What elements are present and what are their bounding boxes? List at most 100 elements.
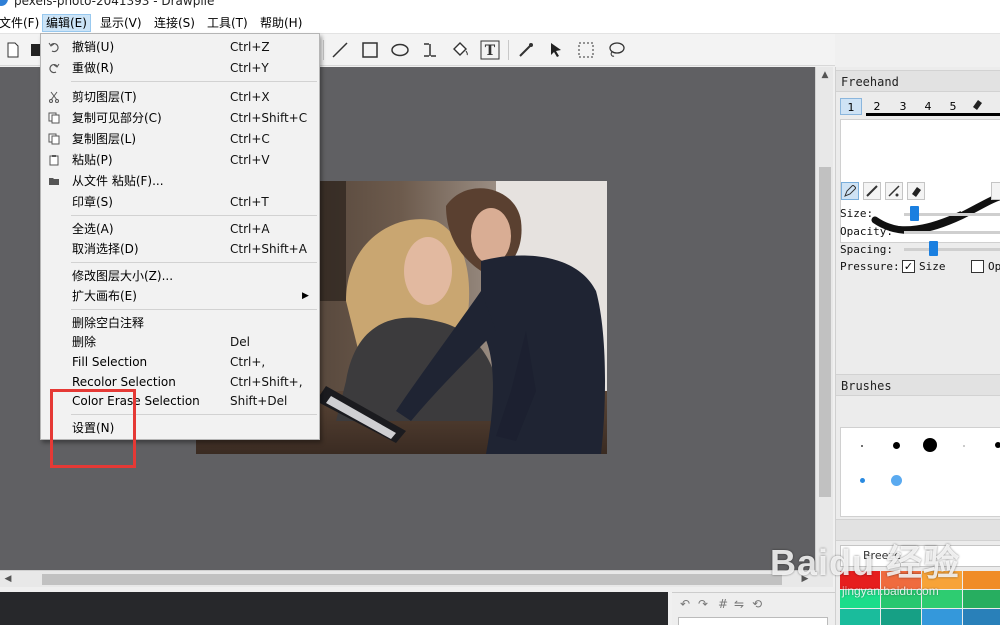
menu-item-fill-selection[interactable]: Fill Selection Ctrl+, — [42, 352, 318, 372]
menu-item-copy-layer[interactable]: 复制图层(L) Ctrl+C — [42, 129, 318, 149]
menu-item-shortcut: Ctrl+, — [230, 355, 266, 369]
menu-item-shortcut: Ctrl+Y — [230, 61, 269, 75]
pressure-size-label: Size — [919, 260, 946, 273]
menu-item-delete[interactable]: 删除 Del — [42, 332, 318, 352]
bottom-input[interactable] — [678, 617, 828, 625]
selection-arrow-icon[interactable] — [545, 39, 567, 61]
menu-item-paste-from-file[interactable]: 从文件 粘贴(F)... — [42, 171, 318, 191]
menu-help[interactable]: 帮助(H) — [257, 14, 305, 32]
horizontal-scroll-thumb[interactable] — [42, 574, 782, 585]
menu-edit[interactable]: 编辑(E) — [42, 14, 91, 32]
menu-item-shortcut: Ctrl+Shift+C — [230, 111, 308, 125]
vertical-scroll-thumb[interactable] — [819, 167, 831, 497]
pressure-size-checkbox[interactable]: ✓ — [902, 260, 915, 273]
menu-item-label: 取消选择(D) — [72, 242, 139, 256]
redo-icon[interactable]: ↷ — [698, 597, 708, 611]
menu-item-paste[interactable]: 粘贴(P) Ctrl+V — [42, 150, 318, 170]
rotate-icon[interactable]: ⟲ — [752, 597, 762, 611]
grid-icon[interactable]: # — [718, 597, 728, 611]
submenu-arrow-icon: ▶ — [302, 291, 309, 301]
undo-icon[interactable]: ↶ — [680, 597, 690, 611]
menubar: 文件(F) 编辑(E) 显示(V) 连接(S) 工具(T) 帮助(H) — [0, 12, 1000, 34]
vertical-scrollbar[interactable]: ▲ — [815, 67, 833, 570]
undo-icon — [47, 40, 61, 54]
menu-item-undo[interactable]: 撤销(U) Ctrl+Z — [42, 37, 318, 57]
eraser-brush-icon[interactable] — [907, 182, 925, 200]
menu-item-label: 从文件 粘贴(F)... — [72, 174, 164, 188]
opacity-label: Opacity: — [840, 225, 893, 238]
menu-item-shortcut: Ctrl+A — [230, 222, 270, 236]
brush-preset[interactable] — [923, 438, 937, 452]
size-slider-thumb[interactable] — [910, 206, 919, 221]
menu-tools[interactable]: 工具(T) — [204, 14, 251, 32]
menu-item-label: 删除空白注释 — [72, 316, 145, 330]
line-icon[interactable] — [329, 39, 351, 61]
menu-separator — [71, 262, 317, 263]
ellipse-icon[interactable] — [389, 39, 411, 61]
bezier-icon[interactable] — [419, 39, 441, 61]
text-icon[interactable]: T — [479, 39, 501, 61]
pressure-opacity-checkbox[interactable] — [971, 260, 984, 273]
menu-view[interactable]: 显示(V) — [97, 14, 145, 32]
menu-item-resize-layer[interactable]: 修改图层大小(Z)... — [42, 266, 318, 286]
rect-select-icon[interactable] — [575, 39, 597, 61]
brush-preset[interactable] — [891, 475, 902, 486]
paste-icon — [47, 153, 61, 167]
brush-preset[interactable] — [995, 442, 1000, 448]
menu-item-label: 全选(A) — [72, 222, 114, 236]
brush-preset[interactable] — [893, 442, 900, 449]
palette-swatch[interactable] — [922, 609, 962, 625]
palette-swatch[interactable] — [881, 609, 921, 625]
menu-item-redo[interactable]: 重做(R) Ctrl+Y — [42, 58, 318, 78]
menu-separator — [71, 81, 317, 82]
menu-item-copy-visible[interactable]: 复制可见部分(C) Ctrl+Shift+C — [42, 108, 318, 128]
menu-item-select-all[interactable]: 全选(A) Ctrl+A — [42, 219, 318, 239]
smudge-brush-icon[interactable] — [885, 182, 903, 200]
brush-preset[interactable] — [861, 445, 863, 447]
tab-slot-1[interactable]: 1 — [840, 98, 862, 115]
menu-file[interactable]: 文件(F) — [0, 14, 42, 32]
menu-item-label: 复制图层(L) — [72, 132, 137, 146]
brush-preset[interactable] — [860, 478, 865, 483]
tool-settings-title: Freehand — [836, 70, 1000, 92]
scroll-up-arrow-icon[interactable]: ▲ — [816, 67, 834, 83]
horizontal-scrollbar[interactable]: ◀ ▶ — [0, 570, 815, 587]
menu-item-remove-empty-annotations[interactable]: 删除空白注释 — [42, 313, 318, 333]
menu-item-stamp[interactable]: 印章(S) Ctrl+T — [42, 192, 318, 212]
palette-swatch[interactable] — [840, 609, 880, 625]
spacing-slider-track[interactable] — [904, 248, 1000, 251]
brushes-title: Brushes — [836, 374, 1000, 396]
menu-item-shortcut: Ctrl+V — [230, 153, 270, 167]
baidu-watermark: Baidu 经验 jingyan.baidu.com — [770, 534, 1000, 604]
brush-presets[interactable] — [840, 427, 1000, 517]
flip-icon[interactable]: ⇋ — [734, 597, 744, 611]
brush-settings-icon[interactable] — [991, 182, 1000, 200]
opacity-slider-track[interactable] — [904, 231, 1000, 234]
pencil-brush-icon[interactable] — [841, 182, 859, 200]
menu-item-expand-canvas[interactable]: 扩大画布(E) ▶ — [42, 286, 318, 306]
menu-item-shortcut: Shift+Del — [230, 394, 288, 408]
brush-icon[interactable] — [863, 182, 881, 200]
copy-icon — [47, 132, 61, 146]
menu-item-cut-layer[interactable]: 剪切图层(T) Ctrl+X — [42, 87, 318, 107]
menu-item-label: 重做(R) — [72, 61, 114, 75]
fill-bucket-icon[interactable] — [449, 39, 471, 61]
tab-underline — [866, 113, 1000, 116]
palette-swatch[interactable] — [963, 609, 1000, 625]
menu-separator — [71, 309, 317, 310]
scroll-left-arrow-icon[interactable]: ◀ — [0, 571, 16, 588]
menu-item-shortcut: Ctrl+T — [230, 195, 269, 209]
spacing-slider-thumb[interactable] — [929, 241, 938, 256]
menu-item-shortcut: Ctrl+Z — [230, 40, 270, 54]
color-picker-icon[interactable] — [515, 39, 537, 61]
brush-preset[interactable] — [963, 445, 965, 447]
rectangle-icon[interactable] — [359, 39, 381, 61]
menu-item-shortcut: Ctrl+Shift+A — [230, 242, 307, 256]
lasso-icon[interactable] — [605, 39, 627, 61]
menu-item-shortcut: Ctrl+Shift+, — [230, 375, 303, 389]
menu-session[interactable]: 连接(S) — [151, 14, 198, 32]
menu-item-shortcut: Ctrl+C — [230, 132, 270, 146]
menu-item-deselect[interactable]: 取消选择(D) Ctrl+Shift+A — [42, 239, 318, 259]
new-document-icon[interactable] — [2, 39, 24, 61]
menu-item-shortcut: Del — [230, 335, 250, 349]
